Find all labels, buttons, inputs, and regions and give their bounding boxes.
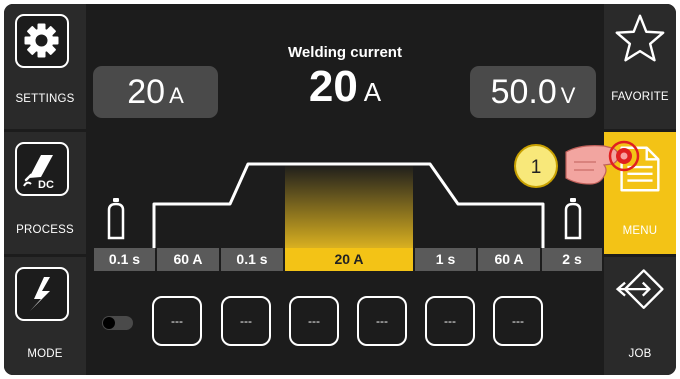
- start-current-unit: A: [169, 83, 184, 108]
- gas-cylinder-icon: [107, 198, 125, 240]
- touch-callout-overlay: 1: [514, 140, 640, 188]
- process-label: PROCESS: [16, 224, 74, 236]
- welding-current-value: 20: [308, 62, 358, 111]
- settings-button[interactable]: SETTINGS: [4, 4, 86, 129]
- welding-current-title: Welding current: [288, 44, 402, 61]
- segment-slope-up[interactable]: 0.1 s: [221, 248, 283, 271]
- star-icon: [615, 14, 665, 62]
- job-slot[interactable]: ---: [221, 296, 271, 346]
- mode-label: MODE: [27, 348, 63, 360]
- welding-control-panel: SETTINGS DC PROCESS MODE FAVORITE MENU J…: [4, 4, 676, 375]
- job-slot[interactable]: ---: [425, 296, 475, 346]
- job-slot[interactable]: ---: [289, 296, 339, 346]
- segment-pre-gas[interactable]: 0.1 s: [94, 248, 155, 271]
- main-current-phase-highlight: [285, 164, 413, 248]
- menu-label: MENU: [622, 225, 658, 237]
- process-badge: DC: [38, 179, 54, 191]
- voltage-unit: V: [560, 83, 576, 108]
- job-toggle[interactable]: [102, 316, 133, 330]
- job-button[interactable]: JOB: [604, 257, 676, 375]
- job-label: JOB: [628, 348, 652, 360]
- segment-slope-down[interactable]: 1 s: [415, 248, 476, 271]
- favorite-button[interactable]: FAVORITE: [604, 4, 676, 129]
- settings-label: SETTINGS: [15, 93, 75, 105]
- segment-main-current[interactable]: 20 A: [285, 248, 413, 271]
- job-slot[interactable]: ---: [152, 296, 202, 346]
- toggle-knob: [103, 317, 115, 329]
- job-slot[interactable]: ---: [493, 296, 543, 346]
- welding-torch-icon: DC: [23, 155, 54, 191]
- welding-current-unit: A: [363, 77, 382, 107]
- voltage-value: 50.0: [490, 73, 557, 111]
- favorite-label: FAVORITE: [611, 91, 669, 103]
- mode-icon-frame: [15, 267, 69, 321]
- process-icon-frame: DC: [15, 142, 69, 196]
- segment-end-current[interactable]: 60 A: [478, 248, 540, 271]
- start-current-value: 20: [127, 73, 166, 111]
- settings-icon-frame: [15, 14, 69, 68]
- callout-number: 1: [531, 157, 542, 178]
- start-current-box[interactable]: 20 A: [93, 66, 218, 118]
- segment-start-current[interactable]: 60 A: [157, 248, 219, 271]
- segment-post-gas[interactable]: 2 s: [542, 248, 602, 271]
- gear-icon: [24, 23, 59, 58]
- process-button[interactable]: DC PROCESS: [4, 132, 86, 254]
- job-slot[interactable]: ---: [357, 296, 407, 346]
- voltage-box[interactable]: 50.0 V: [470, 66, 596, 118]
- mode-button[interactable]: MODE: [4, 257, 86, 375]
- swap-arrows-icon: [615, 269, 664, 309]
- lightning-bolt-icon: [30, 277, 50, 311]
